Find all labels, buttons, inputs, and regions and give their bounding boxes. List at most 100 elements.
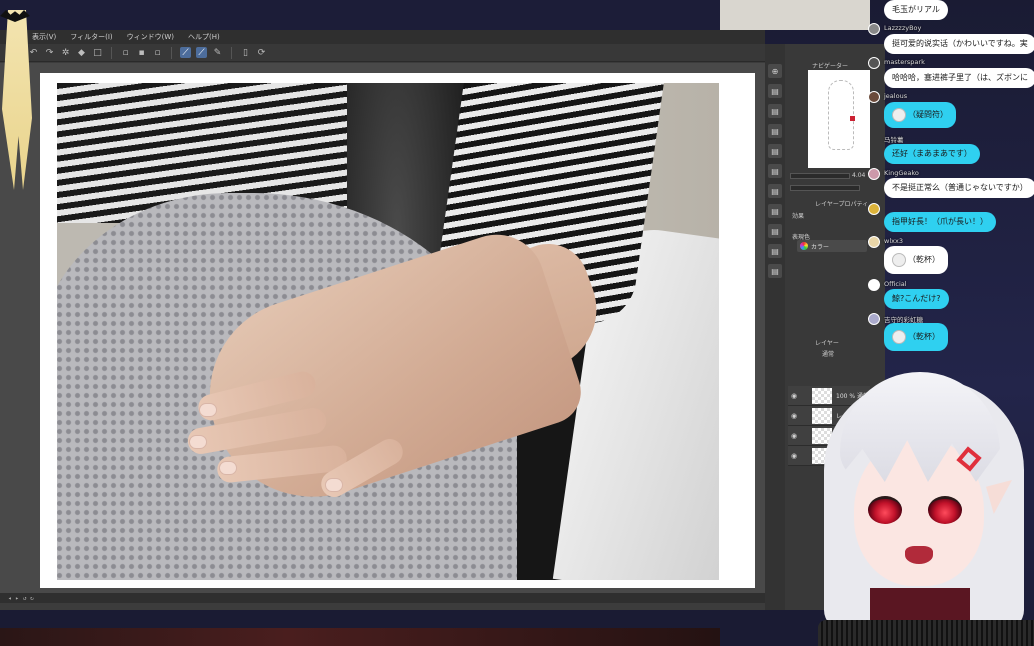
- redo-icon[interactable]: ↷: [44, 47, 55, 58]
- panel-icon[interactable]: ▤: [768, 164, 782, 178]
- emote-icon: [892, 329, 906, 344]
- panel-icon[interactable]: ▤: [768, 264, 782, 278]
- avatar-mouth: [905, 546, 933, 564]
- transform-icon[interactable]: □: [92, 47, 103, 58]
- panel-icon[interactable]: ▤: [768, 124, 782, 138]
- menu-help[interactable]: ヘルプ(H): [188, 32, 220, 42]
- color-mode-button[interactable]: カラー: [797, 240, 867, 252]
- chat-avatar: [868, 236, 880, 248]
- emote-icon: [892, 107, 906, 122]
- avatar-collar: [870, 588, 970, 620]
- rotate-slider[interactable]: [790, 185, 860, 191]
- chat-bubble: 哈哈哈，塞进裤子里了（は、ズボンに: [884, 68, 1034, 88]
- eye-icon[interactable]: ◉: [791, 452, 797, 460]
- select-icon[interactable]: ▫: [120, 47, 131, 58]
- rotate-control-icon[interactable]: ↺ ↻: [23, 595, 34, 602]
- chat-text: （疑問符）: [908, 110, 948, 119]
- special-ruler-snap-icon[interactable]: ⟋: [196, 47, 207, 58]
- photo-nail: [199, 403, 217, 417]
- color-wheel-icon: [800, 242, 808, 250]
- panel-icon[interactable]: ▤: [768, 84, 782, 98]
- chat-username: 马铃薯: [884, 136, 904, 144]
- panel-icon[interactable]: ▤: [768, 144, 782, 158]
- mascot-character: [0, 10, 34, 200]
- panel-icon[interactable]: ▤: [768, 204, 782, 218]
- select-invert-icon[interactable]: ▪: [136, 47, 147, 58]
- chat-avatar: [868, 57, 880, 69]
- stream-screen: 表示(V) フィルター(I) ウィンドウ(W) ヘルプ(H) ↶ ↷ ✲ ◆ □…: [0, 0, 1034, 646]
- photo-nail: [189, 435, 207, 449]
- chat-avatar: [868, 279, 880, 291]
- chat-bubble: 指甲好長！（爪が長い！）: [884, 212, 996, 232]
- status-bar: ◂ ▸ ↺ ↻: [0, 593, 765, 603]
- vtuber-avatar: [810, 350, 1034, 620]
- navigator-sketch: [828, 80, 854, 150]
- menu-bar: 表示(V) フィルター(I) ウィンドウ(W) ヘルプ(H): [0, 30, 765, 44]
- chat-avatar: [868, 313, 880, 325]
- chat-username: LazzzzyBoy: [884, 24, 922, 32]
- chat-bubble: 还好（まあまあです）: [884, 144, 980, 164]
- menu-view[interactable]: 表示(V): [32, 32, 56, 42]
- navigator-marker: [850, 116, 855, 121]
- chat-bubble: （乾杯）: [884, 246, 948, 274]
- chat-username: KingGeako: [884, 169, 919, 177]
- chat-bubble: （疑問符）: [884, 102, 956, 128]
- chat-username: wlxx3: [884, 237, 903, 245]
- chat-username: Official: [884, 280, 907, 288]
- color-mode-label: カラー: [811, 243, 830, 251]
- stream-background-top: [0, 0, 720, 30]
- zoom-icon[interactable]: ⊕: [768, 64, 782, 78]
- toolbar-divider: [231, 46, 232, 59]
- layer-property-title: レイヤープロパティ: [815, 201, 869, 208]
- menu-window[interactable]: ウィンドウ(W): [127, 32, 174, 42]
- select-clear-icon[interactable]: ▫: [152, 47, 163, 58]
- chat-bubble: 挺可爱的说实话（かわいいですね。実: [884, 34, 1034, 54]
- settings-icon[interactable]: ✲: [60, 47, 71, 58]
- photo-nail: [325, 478, 343, 492]
- panel-icon[interactable]: ▤: [768, 224, 782, 238]
- photo-nail: [219, 461, 237, 475]
- microphone: [818, 620, 1034, 646]
- panel-icon[interactable]: ▤: [768, 184, 782, 198]
- emote-icon: [892, 252, 906, 267]
- device-icon[interactable]: ▯: [240, 47, 251, 58]
- chat-bubble: 不是挺正常么（普通じゃないですか）: [884, 178, 1034, 198]
- navigator-title: ナビゲーター: [812, 63, 849, 70]
- toolbar-divider: [171, 46, 172, 59]
- eye-icon[interactable]: ◉: [791, 412, 797, 420]
- chat-bubble: 鯨?こんだけ?: [884, 289, 949, 309]
- chat-overlay: 毛玉がリアル LazzzzyBoy 挺可爱的说实话（かわいいですね。実 mast…: [862, 0, 1034, 360]
- refresh-icon[interactable]: ⟳: [256, 47, 267, 58]
- panel-icon[interactable]: ▤: [768, 244, 782, 258]
- pen-icon[interactable]: ✎: [212, 47, 223, 58]
- chat-avatar: [868, 203, 880, 215]
- chat-avatar: [868, 91, 880, 103]
- panel-icon[interactable]: ▤: [768, 104, 782, 118]
- chat-text: （乾杯）: [908, 332, 940, 341]
- room-background: [720, 0, 870, 30]
- chat-bubble: （乾杯）: [884, 323, 948, 351]
- effect-label: 効果: [792, 213, 805, 220]
- zoom-control-icon[interactable]: ◂ ▸: [8, 595, 19, 602]
- avatar-eye-left: [868, 496, 902, 524]
- eye-icon[interactable]: ◉: [791, 432, 797, 440]
- avatar-eye-right: [928, 496, 962, 524]
- chat-username: masterspark: [884, 58, 925, 66]
- eye-icon[interactable]: ◉: [791, 392, 797, 400]
- ruler-snap-icon[interactable]: ⟋: [180, 47, 191, 58]
- command-bar: ↶ ↷ ✲ ◆ □ ▫ ▪ ▫ ⟋ ⟋ ✎ ▯ ⟳: [0, 44, 765, 62]
- navigator-preview[interactable]: [808, 70, 870, 168]
- zoom-slider[interactable]: [790, 173, 850, 179]
- reference-photo: [57, 83, 719, 580]
- chat-avatar: [868, 168, 880, 180]
- fill-icon[interactable]: ◆: [76, 47, 87, 58]
- chat-avatar: [868, 23, 880, 35]
- toolbar-divider: [111, 46, 112, 59]
- chat-username: jealous: [884, 92, 908, 100]
- mascot-hair: [2, 10, 32, 190]
- chat-bubble: 毛玉がリアル: [884, 0, 948, 20]
- layer-panel-title: レイヤー: [815, 340, 839, 347]
- desk-strip: [0, 628, 720, 646]
- menu-filter[interactable]: フィルター(I): [70, 32, 112, 42]
- chat-text: （乾杯）: [908, 255, 940, 264]
